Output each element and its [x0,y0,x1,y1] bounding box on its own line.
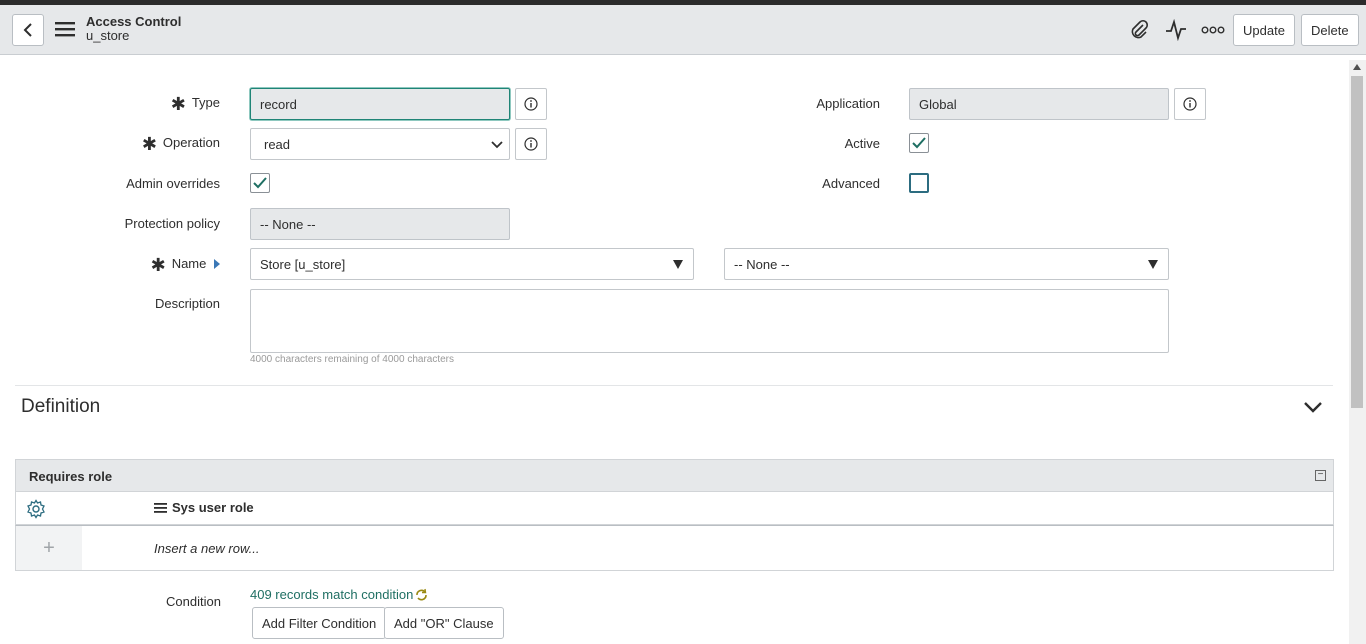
delete-button[interactable]: Delete [1301,14,1359,46]
advanced-checkbox[interactable] [909,173,929,193]
application-field[interactable]: Global [909,88,1169,120]
application-value: Global [919,96,957,112]
requires-role-columns: Sys user role [15,492,1334,525]
operation-info-button[interactable] [515,128,547,160]
requires-role-title: Requires role [29,469,113,484]
refresh-icon[interactable] [415,588,428,602]
name-field-value: -- None -- [734,256,790,272]
application-label: Application [816,96,880,111]
page-subtitle: u_store [86,28,130,43]
admin-overrides-checkbox[interactable] [250,173,270,193]
column-menu-icon[interactable] [154,502,168,514]
column-label: Sys user role [172,500,254,515]
admin-overrides-label: Admin overrides [126,176,220,191]
protection-policy-field[interactable]: -- None -- [250,208,510,240]
chevron-down-icon[interactable] [1302,399,1324,415]
add-row-icon[interactable]: + [16,526,82,570]
active-label: Active [844,136,880,151]
name-label: ✱ Name [100,255,220,276]
operation-value: read [264,136,291,152]
operation-select[interactable]: read [250,128,510,160]
requires-role-body: + Insert a new row... [15,525,1334,571]
name-table-select[interactable]: Store [u_store] [250,248,694,280]
advanced-label: Advanced [822,176,880,191]
dropdown-arrow-icon [1148,260,1158,269]
info-icon [524,137,538,151]
chevron-down-icon [491,141,503,149]
paperclip-icon[interactable] [1127,19,1151,41]
sys-user-role-column-header[interactable]: Sys user role [154,500,254,515]
scrollbar-thumb[interactable] [1351,76,1363,408]
condition-label: Condition [166,594,221,609]
gear-icon[interactable] [26,499,46,519]
expand-arrow-icon[interactable] [214,259,220,269]
vertical-scrollbar[interactable] [1349,60,1366,644]
section-divider [15,385,1333,386]
update-button[interactable]: Update [1233,14,1295,46]
type-field[interactable]: record [250,88,510,120]
description-label: Description [154,296,220,311]
type-info-button[interactable] [515,88,547,120]
name-table-value: Store [u_store] [260,256,346,272]
records-match-text: 409 records match condition [250,587,414,602]
insert-row-link[interactable]: Insert a new row... [154,541,260,556]
protection-policy-label: Protection policy [124,216,220,231]
records-match-link[interactable]: 409 records match condition [250,587,428,602]
active-checkbox[interactable] [909,133,929,153]
activity-icon[interactable] [1164,19,1188,41]
required-icon: ✱ [141,134,157,154]
form-header: Access Control u_store Update Delete [0,5,1366,55]
more-icon[interactable] [1201,19,1225,41]
checkmark-icon [912,137,926,149]
scroll-up-arrow[interactable] [1353,64,1361,70]
definition-section-title: Definition [21,396,101,417]
menu-icon[interactable] [54,19,76,39]
add-or-clause-button[interactable]: Add "OR" Clause [384,607,504,639]
back-button[interactable] [12,14,44,46]
header-title-block: Access Control u_store [86,15,181,43]
chars-remaining-hint: 4000 characters remaining of 4000 charac… [250,354,455,365]
operation-label: ✱ Operation [141,134,220,154]
requires-role-header: Requires role − [15,459,1334,492]
protection-policy-value: -- None -- [260,216,316,232]
description-textarea[interactable] [250,289,1169,353]
page-title: Access Control [86,14,182,29]
type-label: ✱ Type [170,94,220,114]
dropdown-arrow-icon [673,260,683,269]
collapse-icon[interactable]: − [1315,470,1326,481]
required-icon: ✱ [170,94,186,114]
back-icon [23,23,32,37]
info-icon [1183,97,1197,111]
application-info-button[interactable] [1174,88,1206,120]
checkmark-icon [253,177,267,189]
add-filter-condition-button[interactable]: Add Filter Condition [252,607,387,639]
name-field-select[interactable]: -- None -- [724,248,1169,280]
type-value: record [260,96,297,112]
info-icon [524,97,538,111]
required-icon: ✱ [150,255,166,275]
